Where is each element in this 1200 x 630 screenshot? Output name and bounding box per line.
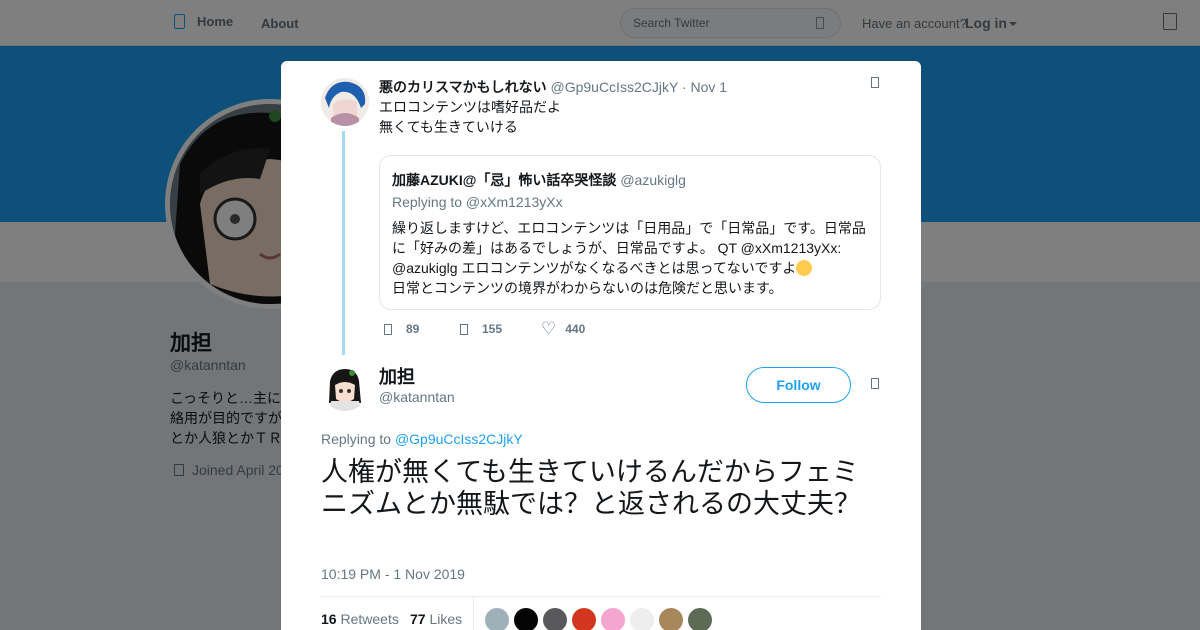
quote-replying-to: Replying to @xXm1213yXx <box>392 194 563 210</box>
tweet-text: 人権が無くても生きていけるんだからフェミニズムとか無駄では？と返されるの大丈夫？ <box>321 457 861 519</box>
liker-avatar[interactable] <box>659 608 683 630</box>
quoted-tweet[interactable]: 加藤AZUKI@「忌」怖い話卒哭怪談 @azukiglg Replying to… <box>379 155 881 310</box>
retweet-icon <box>460 323 468 335</box>
liker-avatar[interactable] <box>630 608 654 630</box>
retweet-button[interactable]: 155 <box>460 322 541 336</box>
author-avatar[interactable] <box>321 363 369 411</box>
quote-author-handle: @azukiglg <box>620 172 686 188</box>
follow-button[interactable]: Follow <box>746 367 851 403</box>
retweets-count: 16 <box>321 611 337 627</box>
heart-icon: ♡ <box>541 319 557 338</box>
liker-avatars <box>485 608 746 630</box>
likes-label: Likes <box>429 611 463 627</box>
tweet-timestamp[interactable]: 10:19 PM - 1 Nov 2019 <box>321 566 465 582</box>
replying-to-link[interactable]: @Gp9uCcIss2CJjkY <box>395 431 523 447</box>
liker-avatar[interactable] <box>601 608 625 630</box>
conversation-line <box>342 131 345 355</box>
quote-text-line: に「好みの差」はあるでしょうが、日常品ですよ。 QT @xXm1213yXx: <box>392 240 842 256</box>
replying-to: Replying to @Gp9uCcIss2CJjkY <box>321 431 523 447</box>
ancestor-more-icon[interactable] <box>871 77 879 88</box>
likes-stat[interactable]: 77 Likes <box>410 611 462 627</box>
liker-avatar[interactable] <box>717 608 741 630</box>
tweet-more-icon[interactable] <box>871 378 879 389</box>
ancestor-text: エロコンテンツは嗜好品だよ 無くても生きていける <box>379 97 561 137</box>
tweet-modal: 悪のカリスマかもしれない @Gp9uCcIss2CJjkY · Nov 1 エロ… <box>281 61 921 630</box>
header-separator: · <box>681 79 687 95</box>
retweets-label: Retweets <box>340 611 399 627</box>
ancestor-timestamp[interactable]: Nov 1 <box>691 79 728 95</box>
liker-avatar[interactable] <box>572 608 596 630</box>
quote-text-line: 日常とコンテンツの境界がわからないのは危険だと思います。 <box>392 280 783 296</box>
quote-header: 加藤AZUKI@「忌」怖い話卒哭怪談 @azukiglg <box>392 170 686 190</box>
like-count: 440 <box>565 322 586 336</box>
liker-avatar[interactable] <box>485 608 509 630</box>
liker-avatar[interactable] <box>543 608 567 630</box>
liker-avatar[interactable] <box>688 608 712 630</box>
replying-to-label: Replying to <box>321 431 392 447</box>
ancestor-header: 悪のカリスマかもしれない @Gp9uCcIss2CJjkY · Nov 1 <box>379 77 727 97</box>
author-handle[interactable]: @katanntan <box>379 389 455 405</box>
likes-count: 77 <box>410 611 426 627</box>
liker-avatar[interactable] <box>514 608 538 630</box>
retweets-stat[interactable]: 16 Retweets <box>321 611 399 627</box>
author-name[interactable]: 加担 <box>379 363 415 389</box>
quote-text-line-content: @azukiglg エロコンテンツがなくなるべきとは思ってないですよ <box>392 260 797 276</box>
quote-text: 繰り返しますけど、エロコンテンツは「日用品」で「日常品」です。日常品 に「好みの… <box>392 218 874 298</box>
stats-divider <box>473 597 474 630</box>
reply-icon <box>384 323 392 335</box>
ancestor-actions: 89 155 ♡ 440 <box>384 319 586 338</box>
ancestor-text-line: 無くても生きていける <box>379 119 518 135</box>
retweet-count: 155 <box>482 322 503 336</box>
reply-button[interactable]: 89 <box>384 322 460 336</box>
quote-text-line: @azukiglg エロコンテンツがなくなるべきとは思ってないですよ <box>392 258 874 278</box>
reply-count: 89 <box>406 322 420 336</box>
tweet-stats: 16 Retweets 77 Likes <box>321 596 881 630</box>
ancestor-avatar[interactable] <box>321 78 369 126</box>
hugging-face-emoji-icon <box>796 260 813 276</box>
quote-author-name: 加藤AZUKI@「忌」怖い話卒哭怪談 <box>392 172 617 188</box>
ancestor-name[interactable]: 悪のカリスマかもしれない <box>379 79 547 95</box>
quote-text-line: 繰り返しますけど、エロコンテンツは「日用品」で「日常品」です。日常品 <box>392 220 866 236</box>
like-button[interactable]: ♡ 440 <box>541 319 586 338</box>
ancestor-handle[interactable]: @Gp9uCcIss2CJjkY <box>550 79 678 95</box>
ancestor-text-line: エロコンテンツは嗜好品だよ <box>379 99 561 115</box>
